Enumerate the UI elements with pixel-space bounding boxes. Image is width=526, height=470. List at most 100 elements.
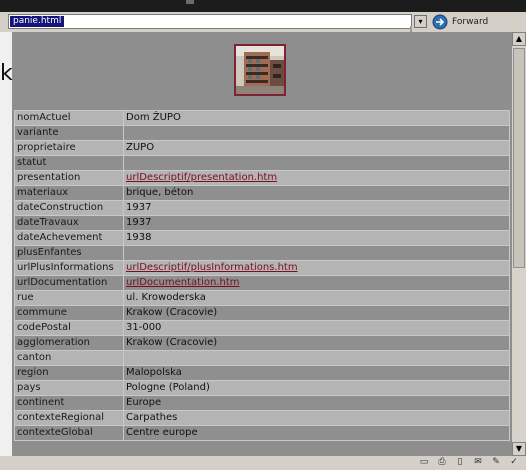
field-value-cell (123, 245, 510, 261)
forward-button[interactable]: Forward (452, 15, 488, 29)
field-value-cell: Krakow (Cracovie) (123, 335, 510, 351)
field-name: canton (14, 350, 124, 366)
field-value-cell: 1937 (123, 215, 510, 231)
field-value-cell: Krakow (Cracovie) (123, 305, 510, 321)
table-row: materiaux brique, béton (14, 185, 510, 201)
table-row: statut (14, 155, 510, 171)
field-name: statut (14, 155, 124, 171)
table-row: dateAchevement 1938 (14, 230, 510, 246)
field-name: materiaux (14, 185, 124, 201)
field-name: proprietaire (14, 140, 124, 156)
scroll-down-icon[interactable]: ▼ (512, 442, 526, 456)
field-value: Pologne (Poland) (126, 382, 210, 393)
field-value: Dom ŻUPO (126, 112, 181, 123)
field-name: variante (14, 125, 124, 141)
table-row: agglomeration Krakow (Cracovie) (14, 335, 510, 351)
table-row: pays Pologne (Poland) (14, 380, 510, 396)
field-value: Carpathes (126, 412, 178, 423)
field-value-cell: Pologne (Poland) (123, 380, 510, 396)
field-link[interactable]: urlDescriptif/plusInformations.htm (126, 262, 298, 273)
field-value-cell: Europe (123, 395, 510, 411)
scroll-thumb[interactable] (513, 48, 525, 268)
table-row: commune Krakow (Cracovie) (14, 305, 510, 321)
field-value: 1938 (126, 232, 152, 243)
edit-icon[interactable]: ✎ (490, 457, 502, 468)
table-row: dateConstruction 1937 (14, 200, 510, 216)
field-value-cell: urlDescriptif/plusInformations.htm (123, 260, 510, 276)
field-value-cell: ul. Krowoderska (123, 290, 510, 306)
document-page: nomActuel Dom ŻUPO variante proprietaire ZUP… (12, 32, 512, 470)
table-row: canton (14, 350, 510, 366)
table-row: plusEnfantes (14, 245, 510, 261)
field-name: codePostal (14, 320, 124, 336)
field-name: agglomeration (14, 335, 124, 351)
table-row: rue ul. Krowoderska (14, 290, 510, 306)
field-value-cell: ZUPO (123, 140, 510, 156)
field-value: brique, béton (126, 187, 194, 198)
field-value: Krakow (Cracovie) (126, 337, 218, 348)
field-value: ul. Krowoderska (126, 292, 206, 303)
address-url[interactable]: panie.html (10, 16, 65, 27)
status-icons: ▭ ⎙ ▯ ✉ ✎ ✓ (418, 457, 520, 469)
page-icon[interactable]: ▯ (454, 457, 466, 468)
table-row: continent Europe (14, 395, 510, 411)
field-value: 1937 (126, 202, 152, 213)
field-name: pays (14, 380, 124, 396)
window: panie.html ▾ Forward k nomActuel Dom ŻUP… (0, 0, 526, 470)
window-top-edge (0, 0, 526, 12)
table-row: nomActuel Dom ŻUPO (14, 110, 510, 126)
table-row: presentation urlDescriptif/presentation.h… (14, 170, 510, 186)
print-icon[interactable]: ⎙ (436, 457, 448, 468)
table-row: contexteRegional Carpathes (14, 410, 510, 426)
address-input[interactable]: panie.html (8, 14, 412, 29)
field-value-cell: Malopolska (123, 365, 510, 381)
field-value: Krakow (Cracovie) (126, 307, 218, 318)
check-icon[interactable]: ✓ (508, 457, 520, 468)
field-value-cell: brique, béton (123, 185, 510, 201)
go-icon[interactable] (432, 14, 448, 30)
field-value-cell: Dom ŻUPO (123, 110, 510, 126)
table-row: proprietaire ZUPO (14, 140, 510, 156)
field-value-cell: urlDocumentation.htm (123, 275, 510, 291)
field-value: 1937 (126, 217, 152, 228)
address-dropdown-button[interactable]: ▾ (414, 15, 427, 28)
building-photo (236, 46, 284, 94)
field-value-cell: 1938 (123, 230, 510, 246)
field-name: continent (14, 395, 124, 411)
field-name: dateAchevement (14, 230, 124, 246)
field-name: urlDocumentation (14, 275, 124, 291)
table-row: urlPlusInformations urlDescriptif/plusInf… (14, 260, 510, 276)
table-row: region Malopolska (14, 365, 510, 381)
table-row: codePostal 31-000 (14, 320, 510, 336)
field-value-cell: Carpathes (123, 410, 510, 426)
field-name: nomActuel (14, 110, 124, 126)
field-value-cell (123, 125, 510, 141)
field-name: dateTravaux (14, 215, 124, 231)
field-value-cell: urlDescriptif/presentation.htm (123, 170, 510, 186)
field-link[interactable]: urlDescriptif/presentation.htm (126, 172, 277, 183)
field-value-cell: 31-000 (123, 320, 510, 336)
vertical-scrollbar[interactable]: ▲ ▼ (512, 32, 526, 456)
field-value: Europe (126, 397, 162, 408)
field-value: 31-000 (126, 322, 162, 333)
field-name: presentation (14, 170, 124, 186)
address-bar: panie.html ▾ Forward (0, 12, 526, 42)
field-name: contexteRegional (14, 410, 124, 426)
save-icon[interactable]: ▭ (418, 457, 430, 468)
table-row: dateTravaux 1937 (14, 215, 510, 231)
field-value-cell (123, 350, 510, 366)
status-bar: ▭ ⎙ ▯ ✉ ✎ ✓ (0, 456, 526, 470)
building-photo-frame[interactable] (234, 44, 286, 96)
field-name: rue (14, 290, 124, 306)
field-name: commune (14, 305, 124, 321)
field-value-cell: 1937 (123, 200, 510, 216)
scroll-up-icon[interactable]: ▲ (512, 32, 526, 46)
field-name: dateConstruction (14, 200, 124, 216)
field-value-cell (123, 155, 510, 171)
field-value-cell: Centre europe (123, 425, 510, 441)
field-link[interactable]: urlDocumentation.htm (126, 277, 240, 288)
field-name: plusEnfantes (14, 245, 124, 261)
field-value: ZUPO (126, 142, 155, 153)
record-table: nomActuel Dom ŻUPO variante proprietaire ZUP… (14, 110, 510, 441)
mail-icon[interactable]: ✉ (472, 457, 484, 468)
